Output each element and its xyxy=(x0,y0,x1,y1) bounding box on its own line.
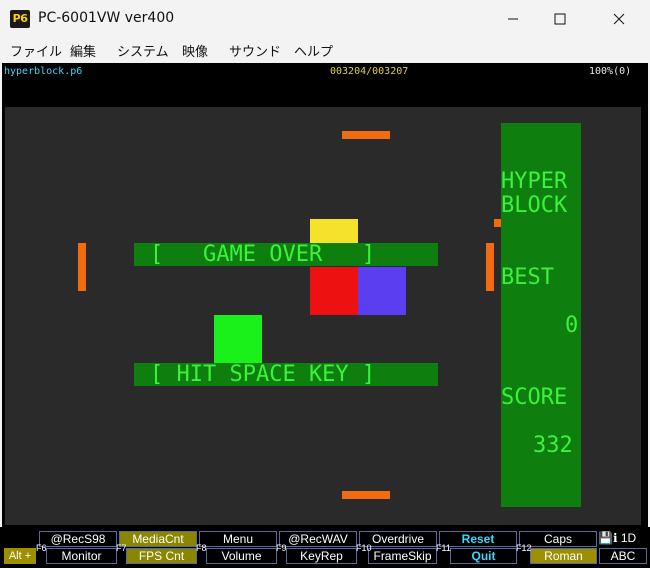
bottom-paddle xyxy=(342,491,390,499)
fkey-keyrep[interactable]: KeyRep xyxy=(286,548,357,564)
fkey-number-f11: F11 xyxy=(436,543,451,553)
fkey-fpscnt[interactable]: FPS Cnt xyxy=(126,548,197,564)
status-filename: hyperblock.p6 xyxy=(4,66,83,77)
best-label: BEST xyxy=(501,265,554,290)
minimize-button[interactable] xyxy=(490,0,536,38)
green-block xyxy=(214,315,262,363)
status-counter: 003204/003207 xyxy=(330,66,409,77)
fkey-quit[interactable]: Quit xyxy=(450,548,517,564)
fkey-recwav[interactable]: @RecWAV xyxy=(279,531,357,547)
menu-system[interactable]: システム xyxy=(117,41,169,60)
title-bar: P6 PC-6001VW ver400 xyxy=(0,0,650,38)
hit-space-banner: [ HIT SPACE KEY ] xyxy=(134,363,438,386)
red-block xyxy=(310,267,358,315)
fkey-frameskip[interactable]: FrameSkip xyxy=(368,548,437,564)
blue-block xyxy=(358,267,406,315)
game-playfield: [ GAME OVER ] [ HIT SPACE KEY ] HYPER BL… xyxy=(5,107,641,525)
left-paddle xyxy=(78,243,86,291)
maximize-icon xyxy=(554,13,566,25)
alt-modifier-label: Alt + xyxy=(4,548,36,564)
close-button[interactable] xyxy=(596,0,642,38)
status-icons: 💾ℹ 1D xyxy=(598,531,637,545)
title-line-1: HYPER xyxy=(501,169,568,194)
window-title: PC-6001VW ver400 xyxy=(38,10,175,26)
fkey-monitor[interactable]: Monitor xyxy=(46,548,117,564)
fkey-number-f7: F7 xyxy=(116,543,127,553)
right-paddle xyxy=(486,243,494,291)
fkey-menu[interactable]: Menu xyxy=(199,531,277,547)
menu-video[interactable]: 映像 xyxy=(182,41,208,60)
yellow-block xyxy=(310,219,358,244)
title-line-2: BLOCK xyxy=(501,193,568,218)
status-speed: 100%(0) xyxy=(589,66,632,77)
menu-sound[interactable]: サウンド xyxy=(229,41,281,60)
function-key-bar: @RecS98 MediaCnt Menu @RecWAV Overdrive … xyxy=(0,527,650,568)
fkey-number-f8: F8 xyxy=(196,543,207,553)
best-value: 0 xyxy=(565,313,579,338)
menu-file[interactable]: ファイル xyxy=(10,41,62,60)
emulator-screen[interactable]: hyperblock.p6 003204/003207 100%(0) [ GA… xyxy=(2,63,648,527)
top-paddle xyxy=(342,131,390,139)
menu-help[interactable]: ヘルプ xyxy=(294,41,333,60)
fkey-volume[interactable]: Volume xyxy=(206,548,277,564)
fkey-roman[interactable]: Roman xyxy=(530,548,597,564)
game-over-banner: [ GAME OVER ] xyxy=(134,243,438,266)
app-icon: P6 xyxy=(10,10,30,28)
fkey-mediacnt[interactable]: MediaCnt xyxy=(119,531,197,547)
maximize-button[interactable] xyxy=(537,0,583,38)
minimize-icon xyxy=(508,18,518,20)
menu-bar: ファイル 編集 システム 映像 サウンド ヘルプ xyxy=(0,38,650,63)
score-value: 332 xyxy=(533,433,573,458)
fkey-number-f12: F12 xyxy=(516,543,532,553)
score-sidebar: HYPER BLOCK BEST 0 SCORE 332 xyxy=(501,123,581,507)
fkey-number-f9: F9 xyxy=(276,543,287,553)
fkey-abc[interactable]: ABC xyxy=(599,548,647,564)
fkey-number-f6: F6 xyxy=(36,543,47,553)
score-label: SCORE xyxy=(501,385,568,410)
menu-edit[interactable]: 編集 xyxy=(70,41,96,60)
close-icon xyxy=(613,13,625,25)
fkey-recs98[interactable]: @RecS98 xyxy=(39,531,117,547)
fkey-number-f10: F10 xyxy=(356,543,372,553)
